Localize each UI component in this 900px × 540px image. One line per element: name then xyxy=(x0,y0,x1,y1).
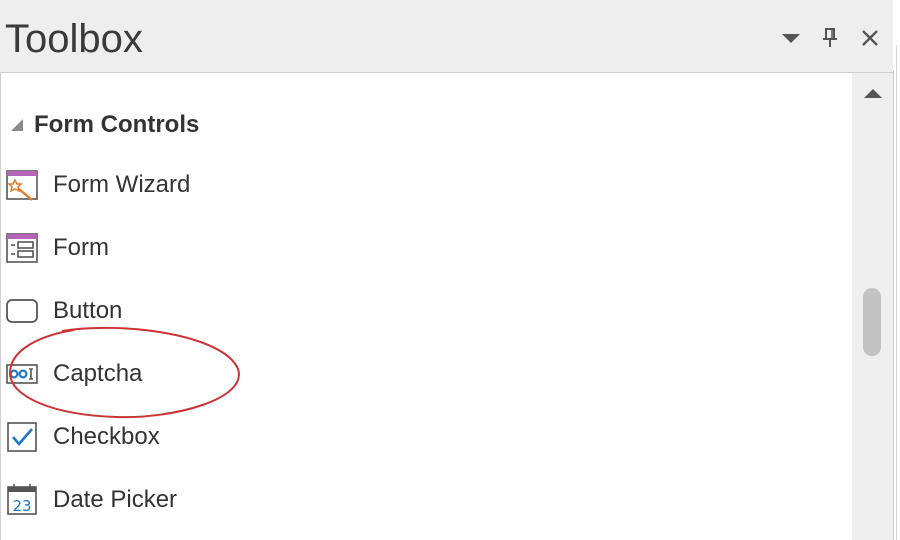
close-icon xyxy=(862,30,878,46)
annotation-ellipse xyxy=(8,326,240,419)
form-wizard-icon xyxy=(5,168,39,202)
pin-button[interactable] xyxy=(816,24,844,52)
group-label: Form Controls xyxy=(34,111,200,138)
close-button[interactable] xyxy=(856,24,884,52)
date-picker-icon-number: 23 xyxy=(12,497,31,515)
form-icon xyxy=(5,231,39,265)
window-edge-divider xyxy=(893,70,894,540)
item-label: Checkbox xyxy=(53,423,160,450)
scroll-up-button[interactable] xyxy=(862,85,884,101)
triangle-down-icon xyxy=(782,34,800,43)
panel-title: Toolbox xyxy=(5,17,143,61)
pin-icon xyxy=(823,28,837,47)
item-label: Date Picker xyxy=(53,486,178,513)
toolbox-item-checkbox[interactable]: Checkbox xyxy=(5,417,605,457)
toolbox-item-form[interactable]: Form xyxy=(5,228,605,268)
item-label: Button xyxy=(53,297,123,324)
toolbox-item-form-wizard[interactable]: Form Wizard xyxy=(5,165,605,205)
triangle-up-icon xyxy=(864,89,882,98)
button-icon xyxy=(5,294,39,328)
toolbox-item-date-picker[interactable]: 23 Date Picker xyxy=(5,480,605,520)
item-label: Form xyxy=(53,234,109,261)
group-header-form-controls[interactable]: Form Controls xyxy=(9,110,199,140)
date-picker-icon: 23 xyxy=(5,483,39,517)
toolbox-titlebar: Toolbox xyxy=(0,0,900,72)
window-edge-divider-outer xyxy=(896,45,897,540)
checkbox-icon xyxy=(5,420,39,454)
panel-options-button[interactable] xyxy=(777,24,805,52)
scroll-thumb[interactable] xyxy=(863,288,881,356)
item-label: Form Wizard xyxy=(53,171,191,198)
expanded-triangle-icon xyxy=(11,119,23,131)
vertical-scrollbar[interactable] xyxy=(852,72,893,540)
